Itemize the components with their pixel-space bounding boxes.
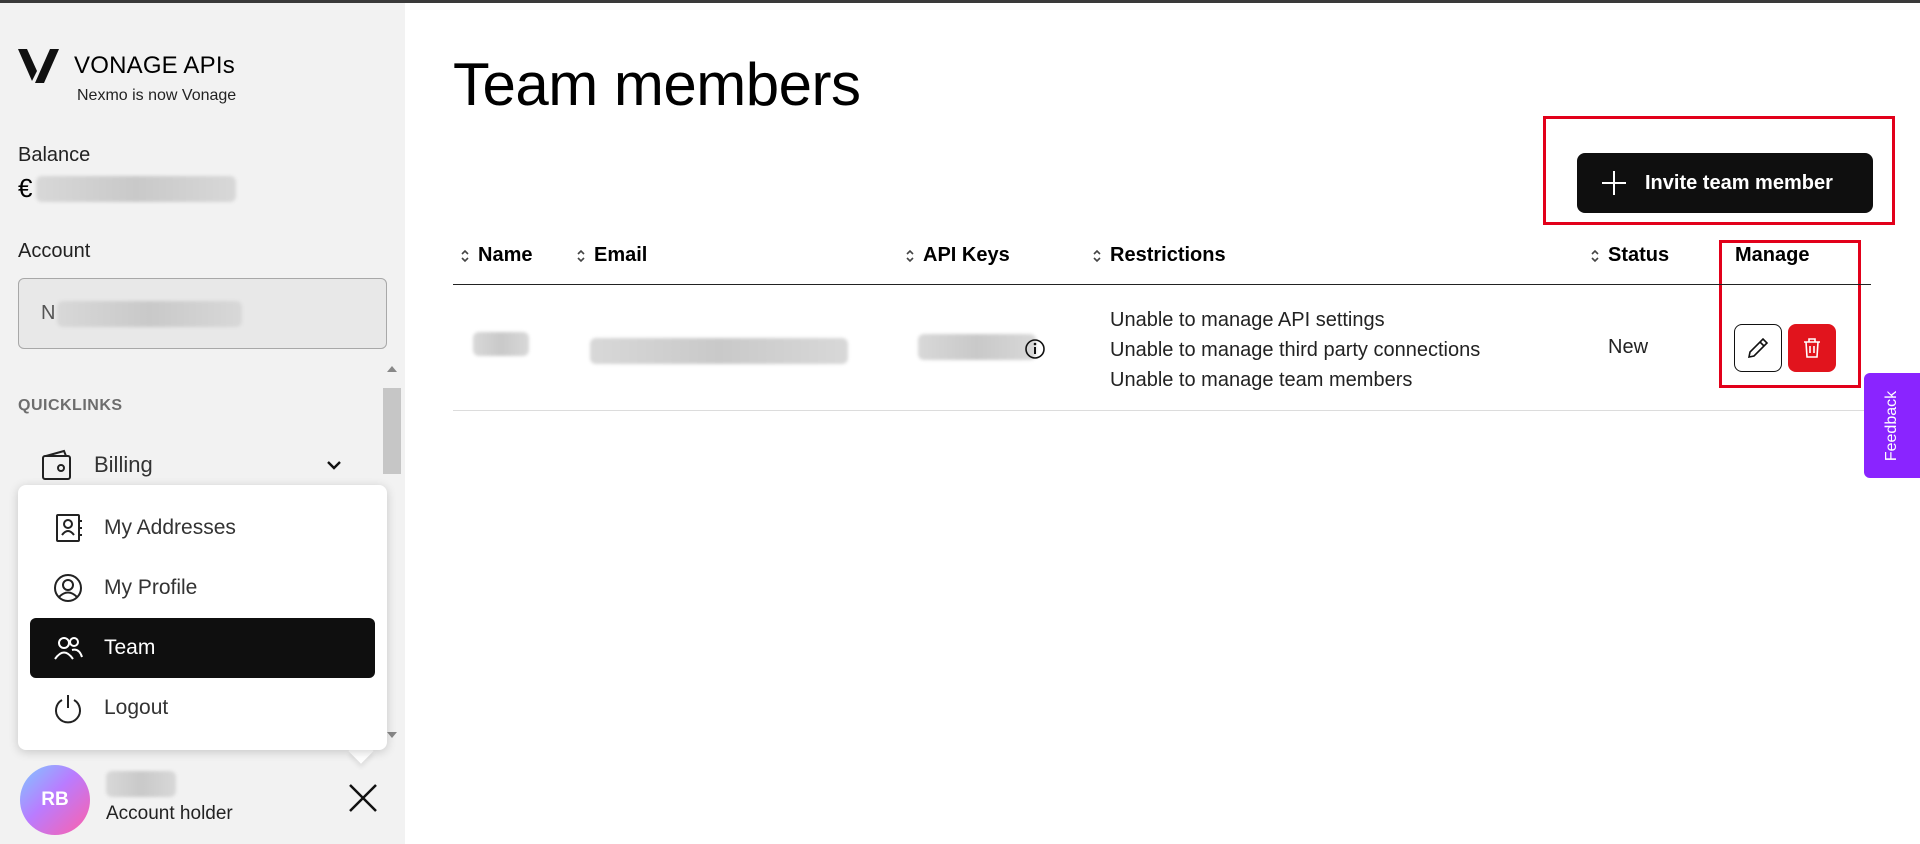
power-icon	[55, 695, 81, 724]
balance-currency: €	[18, 173, 33, 203]
menu-item-label: Team	[104, 636, 156, 659]
column-header-label: Manage	[1735, 244, 1810, 266]
restriction-item: Unable to manage third party connections	[1110, 339, 1481, 361]
invite-team-member-button[interactable]: Invite team member	[1577, 153, 1873, 213]
avatar[interactable]: RB	[20, 765, 90, 835]
vonage-logo-icon	[18, 49, 59, 83]
column-header-status[interactable]: Status	[1590, 244, 1669, 267]
column-header-api-keys[interactable]: API Keys	[905, 244, 1010, 267]
account-value-initial: N	[41, 302, 56, 324]
quicklinks-heading: QUICKLINKS	[18, 397, 123, 414]
column-header-label: Name	[478, 244, 533, 266]
column-header-label: API Keys	[923, 244, 1010, 266]
delete-member-button[interactable]	[1788, 324, 1836, 372]
user-menu-popup: My Addresses My Profile Team Logout	[18, 485, 387, 750]
plus-icon	[1602, 171, 1626, 195]
column-header-manage: Manage	[1735, 244, 1809, 267]
sort-icon	[577, 249, 585, 262]
team-icon	[54, 637, 83, 660]
user-role: Account holder	[106, 803, 233, 824]
menu-item-my-profile[interactable]: My Profile	[30, 558, 375, 618]
restriction-item: Unable to manage API settings	[1110, 309, 1385, 331]
sidebar-item-billing[interactable]: Billing	[40, 445, 345, 485]
sort-icon	[1591, 249, 1599, 262]
table-row-divider	[453, 410, 1871, 411]
column-header-email[interactable]: Email	[576, 244, 647, 267]
feedback-label: Feedback	[1883, 390, 1901, 461]
feedback-tab[interactable]: Feedback	[1864, 373, 1920, 478]
sort-icon	[906, 249, 914, 262]
edit-member-button[interactable]	[1734, 324, 1782, 372]
brand-name: VONAGE APIs	[74, 52, 235, 79]
column-header-label: Email	[594, 244, 648, 266]
account-label: Account	[18, 240, 91, 262]
account-redacted	[57, 300, 243, 327]
page-title: Team members	[453, 51, 861, 118]
brand-subtitle: Nexmo is now Vonage	[77, 87, 237, 104]
user-name-redacted	[106, 771, 176, 797]
chevron-down-icon[interactable]	[323, 454, 345, 476]
invite-button-label: Invite team member	[1645, 171, 1833, 194]
balance-value: €	[18, 173, 237, 204]
member-name-redacted[interactable]	[473, 332, 529, 356]
menu-item-logout[interactable]: Logout	[30, 678, 375, 738]
menu-item-label: Logout	[104, 696, 169, 719]
pencil-icon	[1747, 337, 1769, 359]
contact-card-icon	[56, 514, 82, 542]
menu-item-my-addresses[interactable]: My Addresses	[30, 498, 375, 558]
restriction-item: Unable to manage team members	[1110, 369, 1413, 391]
billing-label: Billing	[94, 452, 153, 477]
column-header-label: Status	[1608, 244, 1670, 266]
menu-item-team[interactable]: Team	[30, 618, 375, 678]
user-account-row[interactable]: RB Account holder	[20, 765, 390, 835]
sort-icon	[461, 249, 469, 262]
balance-redacted	[36, 175, 237, 202]
member-restrictions: Unable to manage API settings Unable to …	[1110, 305, 1480, 395]
account-selector[interactable]: N	[18, 278, 387, 349]
column-header-name[interactable]: Name	[460, 244, 532, 267]
wallet-icon	[42, 449, 71, 480]
member-status: New	[1608, 336, 1649, 358]
column-header-restrictions[interactable]: Restrictions	[1092, 244, 1226, 267]
member-email-redacted	[590, 338, 848, 364]
close-icon[interactable]	[346, 781, 380, 815]
column-header-label: Restrictions	[1110, 244, 1226, 266]
trash-icon	[1804, 338, 1820, 358]
member-api-key-redacted	[918, 334, 1036, 360]
scroll-up-arrow-icon[interactable]	[387, 366, 397, 372]
sort-icon	[1093, 249, 1101, 262]
table-header-divider	[453, 284, 1871, 285]
menu-item-label: My Profile	[104, 576, 198, 599]
scroll-thumb[interactable]	[383, 388, 401, 474]
user-circle-icon	[54, 574, 82, 602]
balance-label: Balance	[18, 144, 91, 166]
brand-logo[interactable]: VONAGE APIs	[18, 47, 235, 85]
info-icon[interactable]	[1024, 338, 1046, 360]
menu-item-label: My Addresses	[104, 516, 236, 539]
scroll-down-arrow-icon[interactable]	[387, 732, 397, 738]
